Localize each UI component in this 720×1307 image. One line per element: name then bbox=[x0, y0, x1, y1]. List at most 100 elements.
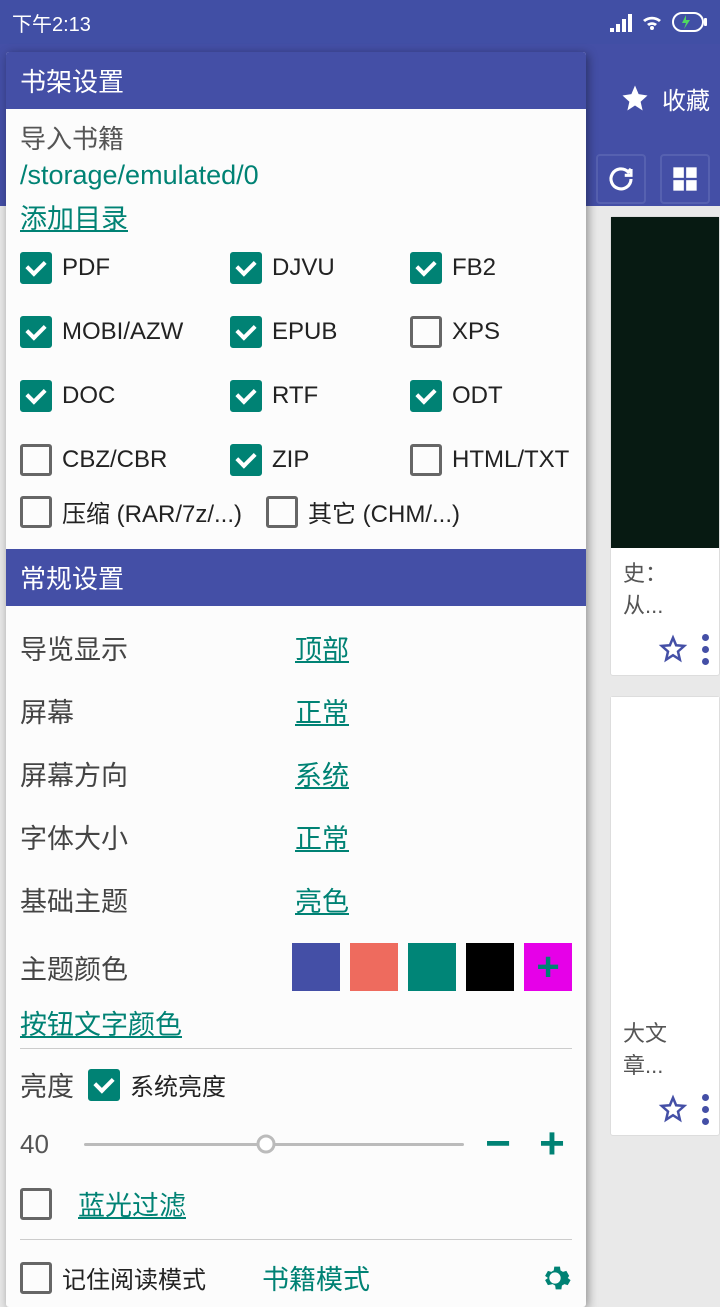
format-label: DOC bbox=[62, 382, 115, 410]
blue-filter-label[interactable]: 蓝光过滤 bbox=[78, 1184, 186, 1223]
color-add-button[interactable]: + bbox=[524, 943, 572, 991]
format-checkbox-djvu[interactable]: DJVU bbox=[230, 252, 410, 284]
gear-icon[interactable] bbox=[538, 1261, 572, 1295]
setting-value[interactable]: 亮色 bbox=[295, 880, 349, 919]
format-checkbox-doc[interactable]: DOC bbox=[20, 380, 230, 412]
blue-filter-checkbox[interactable]: 蓝光过滤 bbox=[20, 1184, 186, 1223]
format-checkbox-mobiazw[interactable]: MOBI/AZW bbox=[20, 316, 230, 348]
format-label: HTML/TXT bbox=[452, 446, 569, 474]
setting-value[interactable]: 正常 bbox=[295, 691, 349, 730]
brightness-value: 40 bbox=[20, 1129, 70, 1160]
import-books-label: 导入书籍 bbox=[20, 119, 572, 156]
format-checkbox-htmltxt[interactable]: HTML/TXT bbox=[410, 444, 580, 476]
format-checkbox-odt[interactable]: ODT bbox=[410, 380, 580, 412]
setting-value[interactable]: 系统 bbox=[295, 754, 349, 793]
checkbox-icon bbox=[230, 444, 262, 476]
format-checkbox-pdf[interactable]: PDF bbox=[20, 252, 230, 284]
format-checkbox-epub[interactable]: EPUB bbox=[230, 316, 410, 348]
setting-row: 屏幕正常 bbox=[20, 679, 572, 742]
checkbox-icon bbox=[20, 496, 52, 528]
plus-icon: + bbox=[536, 945, 559, 990]
checkbox-icon bbox=[230, 316, 262, 348]
add-directory-link[interactable]: 添加目录 bbox=[20, 197, 128, 236]
checkbox-icon bbox=[410, 380, 442, 412]
format-checkbox-extra[interactable]: 其它 (CHM/...) bbox=[266, 494, 460, 529]
setting-row: 导览显示顶部 bbox=[20, 616, 572, 679]
checkbox-icon bbox=[230, 380, 262, 412]
format-label: ODT bbox=[452, 382, 503, 410]
book-title: 史：从... bbox=[623, 556, 707, 620]
format-label: EPUB bbox=[272, 318, 337, 346]
menu-dots-icon[interactable] bbox=[702, 1094, 709, 1125]
grid-icon bbox=[671, 165, 699, 193]
checkbox-icon bbox=[20, 380, 52, 412]
brightness-minus-button[interactable]: − bbox=[478, 1122, 518, 1166]
brightness-slider[interactable] bbox=[84, 1143, 464, 1146]
format-checkbox-extra[interactable]: 压缩 (RAR/7z/...) bbox=[20, 494, 242, 529]
setting-label: 字体大小 bbox=[20, 817, 295, 856]
format-checkbox-zip[interactable]: ZIP bbox=[230, 444, 410, 476]
setting-row: 屏幕方向系统 bbox=[20, 742, 572, 805]
format-label: 其它 (CHM/...) bbox=[308, 494, 460, 529]
setting-value[interactable]: 正常 bbox=[295, 817, 349, 856]
format-label: MOBI/AZW bbox=[62, 318, 183, 346]
setting-label: 导览显示 bbox=[20, 628, 295, 667]
system-brightness-label: 系统亮度 bbox=[130, 1067, 226, 1102]
book-item[interactable]: 大文章... bbox=[610, 696, 720, 1136]
format-label: RTF bbox=[272, 382, 318, 410]
remember-mode-checkbox[interactable]: 记住阅读模式 bbox=[20, 1260, 206, 1295]
button-text-color-link[interactable]: 按钮文字颜色 bbox=[20, 1003, 182, 1042]
remember-mode-label: 记住阅读模式 bbox=[62, 1260, 206, 1295]
theme-color-label: 主题颜色 bbox=[20, 948, 292, 987]
color-swatch[interactable] bbox=[350, 943, 398, 991]
book-cover bbox=[611, 217, 719, 548]
checkbox-icon bbox=[410, 252, 442, 284]
checkbox-icon bbox=[88, 1069, 120, 1101]
checkbox-icon bbox=[20, 1188, 52, 1220]
setting-row: 字体大小正常 bbox=[20, 805, 572, 868]
brightness-plus-button[interactable]: + bbox=[532, 1122, 572, 1166]
format-label: DJVU bbox=[272, 254, 335, 282]
divider bbox=[20, 1048, 572, 1049]
format-label: CBZ/CBR bbox=[62, 446, 167, 474]
setting-label: 基础主题 bbox=[20, 880, 295, 919]
signal-icon bbox=[610, 12, 632, 32]
setting-label: 屏幕方向 bbox=[20, 754, 295, 793]
refresh-button[interactable] bbox=[596, 154, 646, 204]
storage-path[interactable]: /storage/emulated/0 bbox=[20, 160, 572, 191]
battery-charging-icon bbox=[672, 12, 708, 32]
format-label: XPS bbox=[452, 318, 500, 346]
format-checkbox-fb2[interactable]: FB2 bbox=[410, 252, 580, 284]
checkbox-icon bbox=[20, 444, 52, 476]
star-outline-icon[interactable] bbox=[658, 634, 688, 664]
checkbox-icon bbox=[20, 1262, 52, 1294]
color-swatch[interactable] bbox=[408, 943, 456, 991]
refresh-icon bbox=[606, 164, 636, 194]
settings-modal: 书架设置 导入书籍 /storage/emulated/0 添加目录 PDF DJ… bbox=[6, 52, 586, 1307]
color-swatch[interactable] bbox=[292, 943, 340, 991]
checkbox-icon bbox=[230, 252, 262, 284]
color-swatch[interactable] bbox=[466, 943, 514, 991]
system-brightness-checkbox[interactable]: 系统亮度 bbox=[88, 1067, 226, 1102]
book-item[interactable]: 史：从... bbox=[610, 216, 720, 676]
favorites-label[interactable]: 收藏 bbox=[662, 81, 710, 116]
book-mode-link[interactable]: 书籍模式 bbox=[262, 1258, 370, 1297]
format-checkbox-xps[interactable]: XPS bbox=[410, 316, 580, 348]
setting-row: 基础主题亮色 bbox=[20, 868, 572, 931]
checkbox-icon bbox=[20, 252, 52, 284]
setting-value[interactable]: 顶部 bbox=[295, 628, 349, 667]
format-checkbox-cbzcbr[interactable]: CBZ/CBR bbox=[20, 444, 230, 476]
format-checkbox-rtf[interactable]: RTF bbox=[230, 380, 410, 412]
slider-thumb[interactable] bbox=[257, 1135, 276, 1154]
checkbox-icon bbox=[266, 496, 298, 528]
divider bbox=[20, 1239, 572, 1240]
book-cover bbox=[611, 697, 719, 1008]
status-icons bbox=[610, 12, 708, 32]
shelf-settings-header: 书架设置 bbox=[6, 52, 586, 109]
grid-view-button[interactable] bbox=[660, 154, 710, 204]
favorites-star-icon[interactable] bbox=[620, 83, 650, 113]
star-outline-icon[interactable] bbox=[658, 1094, 688, 1124]
menu-dots-icon[interactable] bbox=[702, 634, 709, 665]
format-label: FB2 bbox=[452, 254, 496, 282]
checkbox-icon bbox=[410, 444, 442, 476]
